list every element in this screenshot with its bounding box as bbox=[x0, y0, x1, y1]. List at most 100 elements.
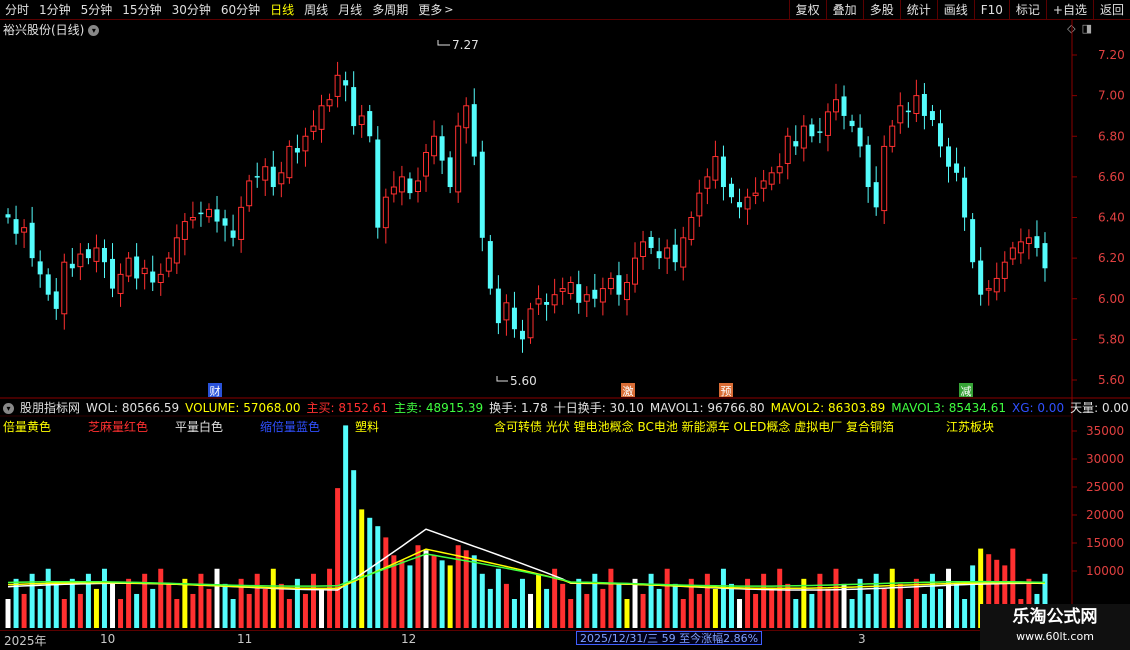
candle-body bbox=[431, 135, 438, 157]
volume-tick-5: 10000 bbox=[1086, 564, 1124, 578]
volume-bar bbox=[126, 578, 132, 628]
volume-bar bbox=[335, 488, 341, 628]
candle-body bbox=[978, 260, 984, 295]
price-tick-4: 6.40 bbox=[1098, 211, 1125, 225]
candle-body bbox=[29, 222, 35, 259]
price-tick-8: 5.60 bbox=[1098, 373, 1125, 387]
candle-body bbox=[720, 156, 726, 188]
candle-body bbox=[1034, 236, 1040, 248]
legend-tag-3: 缩倍量蓝色 bbox=[260, 420, 321, 434]
volume-bar bbox=[5, 599, 11, 628]
volume-bar bbox=[310, 573, 316, 628]
indicator-name[interactable]: 股朋指标网 bbox=[20, 400, 80, 416]
candle-body bbox=[632, 257, 639, 285]
legend-tag-6: 江苏板块 bbox=[946, 420, 995, 434]
candle-body bbox=[551, 294, 558, 306]
candle-body bbox=[737, 202, 743, 208]
volume-bar bbox=[359, 509, 365, 628]
time-label-1: 10 bbox=[100, 632, 116, 646]
candle-body bbox=[69, 263, 75, 269]
volume-bar bbox=[407, 565, 413, 628]
volume-bar bbox=[471, 555, 477, 628]
price-tick-0: 7.20 bbox=[1098, 48, 1125, 62]
volume-bar bbox=[777, 568, 783, 628]
candle-body bbox=[318, 105, 325, 130]
candle-body bbox=[656, 251, 662, 259]
candle-body bbox=[985, 288, 992, 291]
candle-body bbox=[841, 96, 847, 116]
indicator-dropdown-icon[interactable]: ▾ bbox=[3, 402, 14, 414]
candle-body bbox=[310, 125, 317, 132]
volume-bar bbox=[841, 583, 847, 628]
candle-body bbox=[117, 273, 124, 294]
legend-tag-1: 芝麻量红色 bbox=[88, 420, 149, 434]
candle-body bbox=[294, 148, 300, 153]
candle-body bbox=[592, 289, 598, 299]
candle-body bbox=[688, 217, 695, 240]
volume-bar bbox=[110, 583, 116, 628]
candle-body bbox=[286, 145, 293, 179]
volume-bar bbox=[166, 583, 172, 628]
price-tick-5: 6.20 bbox=[1098, 251, 1125, 265]
candle-body bbox=[527, 308, 534, 339]
volume-bar bbox=[664, 568, 670, 628]
volume-bar bbox=[873, 573, 879, 628]
candle-body bbox=[535, 298, 542, 305]
volume-bar bbox=[833, 568, 839, 628]
volume-bar bbox=[431, 555, 437, 628]
volume-bar bbox=[174, 599, 180, 628]
price-tick-2: 6.80 bbox=[1098, 129, 1125, 143]
candle-body bbox=[334, 74, 341, 97]
volume-bar bbox=[648, 573, 654, 628]
candle-body bbox=[576, 284, 582, 303]
candle-body bbox=[905, 110, 911, 113]
volume-bar bbox=[946, 568, 952, 628]
candle-body bbox=[889, 125, 896, 147]
candle-body bbox=[254, 176, 260, 178]
indicator-value-5: 十日换手: 30.10 bbox=[553, 401, 644, 415]
volume-bar bbox=[753, 593, 759, 628]
candle-body bbox=[398, 176, 405, 193]
candle-body bbox=[824, 111, 831, 136]
volume-bar bbox=[608, 568, 614, 628]
volume-bar bbox=[495, 568, 501, 628]
candle-body bbox=[623, 282, 630, 301]
event-marker-3: 减 bbox=[961, 385, 972, 398]
volume-bar bbox=[769, 588, 775, 628]
volume-bar bbox=[889, 568, 895, 628]
volume-bar bbox=[600, 588, 606, 628]
candle-body bbox=[809, 124, 815, 137]
price-tick-6: 6.00 bbox=[1098, 292, 1125, 306]
candle-body bbox=[85, 249, 91, 259]
volume-bar bbox=[528, 593, 534, 628]
candle-body bbox=[125, 257, 132, 277]
candle-body bbox=[101, 247, 107, 263]
candle-body bbox=[897, 105, 904, 124]
volume-bar bbox=[37, 588, 43, 628]
volume-bar bbox=[286, 599, 292, 628]
candle-body bbox=[519, 330, 525, 340]
candle-body bbox=[962, 177, 968, 218]
indicator-value-7: MAVOL2: 86303.89 bbox=[770, 401, 886, 415]
candle-body bbox=[134, 256, 140, 279]
candle-body bbox=[1017, 241, 1024, 254]
volume-bar bbox=[503, 583, 509, 628]
site-watermark: 乐淘公式网 www.60lt.com bbox=[980, 604, 1130, 650]
price-tick-1: 7.00 bbox=[1098, 89, 1125, 103]
candle-body bbox=[455, 125, 462, 193]
volume-bar bbox=[230, 599, 236, 628]
volume-bar bbox=[536, 573, 542, 628]
event-marker-2: 预 bbox=[721, 385, 732, 398]
candle-body bbox=[583, 294, 590, 302]
candle-body bbox=[351, 87, 357, 127]
status-readout: 2025/12/31/三 59 至今涨幅2.86% bbox=[576, 631, 763, 645]
candle-body bbox=[881, 145, 888, 212]
candle-body bbox=[165, 257, 172, 272]
candle-body bbox=[664, 247, 671, 259]
volume-tick-1: 30000 bbox=[1086, 452, 1124, 466]
volume-bar bbox=[399, 560, 405, 628]
candle-body bbox=[511, 307, 517, 330]
stock-chart[interactable]: 7.20 7.00 6.80 6.60 6.40 6.20 6.00 5.80 5.60 7.27… bbox=[0, 0, 1130, 650]
volume-bar bbox=[45, 568, 51, 628]
volume-bar bbox=[479, 573, 485, 628]
